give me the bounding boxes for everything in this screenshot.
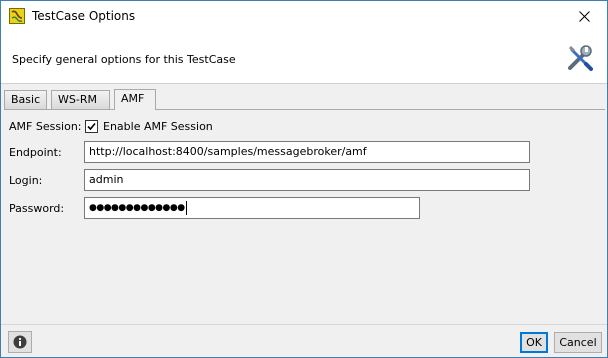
info-button[interactable] (8, 331, 32, 353)
login-field[interactable]: admin (84, 169, 530, 191)
amf-session-label: AMF Session: (9, 120, 82, 133)
cancel-button[interactable]: Cancel (554, 332, 602, 353)
endpoint-field[interactable]: http://localhost:8400/samples/messagebro… (84, 141, 530, 163)
header-band: Specify general options for this TestCas… (1, 31, 607, 84)
app-icon (9, 8, 25, 24)
tab-basic[interactable]: Basic (4, 90, 47, 109)
password-field[interactable]: ●●●●●●●●●●●●● (84, 197, 420, 219)
window-title: TestCase Options (32, 9, 136, 23)
title-bar[interactable]: TestCase Options (1, 1, 607, 31)
close-button[interactable] (561, 1, 607, 31)
password-label: Password: (9, 202, 65, 215)
dialog-window: TestCase Options Specify general options… (0, 0, 608, 358)
text-caret (185, 200, 187, 215)
tools-icon (568, 45, 593, 71)
login-label: Login: (9, 174, 43, 187)
amf-panel: AMF Session: Enable AMF Session Endpoint… (4, 109, 605, 324)
tab-amf[interactable]: AMF (114, 89, 156, 110)
enable-amf-label[interactable]: Enable AMF Session (103, 120, 213, 133)
close-icon (578, 10, 590, 22)
dialog-description: Specify general options for this TestCas… (12, 53, 236, 66)
enable-amf-checkbox[interactable] (85, 120, 98, 133)
password-mask: ●●●●●●●●●●●●● (89, 203, 185, 213)
dialog-footer: OK Cancel (1, 324, 607, 357)
ok-button[interactable]: OK (520, 332, 548, 353)
checkmark-icon (87, 122, 96, 131)
info-icon (13, 335, 27, 349)
endpoint-label: Endpoint: (9, 146, 62, 159)
tab-ws-rm[interactable]: WS-RM (51, 90, 110, 109)
